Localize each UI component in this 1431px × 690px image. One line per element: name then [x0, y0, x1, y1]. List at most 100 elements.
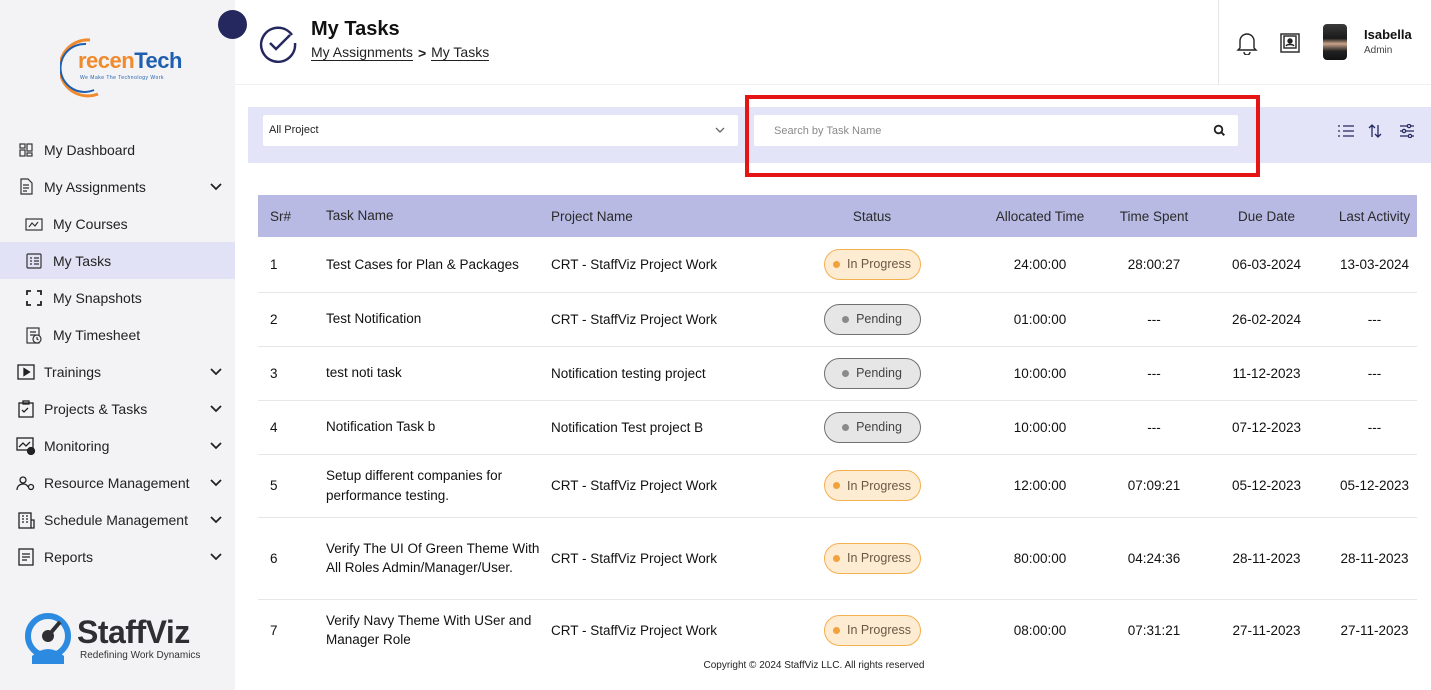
sidebar-item-reports[interactable]: Reports [0, 538, 235, 575]
table-row[interactable]: 7 Verify Navy Theme With USer and Manage… [258, 599, 1417, 647]
cell-project-name: Notification Test project B [551, 419, 704, 435]
sidebar-item-trainings[interactable]: Trainings [0, 353, 235, 390]
status-dot [842, 315, 850, 323]
status-dot [842, 423, 850, 431]
cell-allocated-time: 10:00:00 [1013, 419, 1067, 435]
breadcrumb-my-assignments[interactable]: My Assignments [311, 44, 413, 61]
header-divider [1218, 0, 1219, 85]
table-row[interactable]: 2 Test Notification CRT - StaffViz Proje… [258, 292, 1417, 346]
status-label: In Progress [847, 257, 911, 272]
brand-tagline: Redefining Work Dynamics [80, 650, 201, 661]
tasks-table-container: Sr# Task Name Project Name Status Alloca… [258, 195, 1417, 647]
status-badge[interactable]: In Progress [823, 614, 921, 646]
cell-allocated-time: 80:00:00 [1013, 550, 1067, 566]
col-header-last-activity: Last Activity [1338, 208, 1411, 224]
building-icon [16, 510, 36, 530]
table-row[interactable]: 3 test noti task Notification testing pr… [258, 346, 1417, 400]
table-row[interactable]: 4 Notification Task b Notification Test … [258, 400, 1417, 454]
chevron-down-icon [210, 183, 222, 191]
cell-task-name[interactable]: Verify The UI Of Green Theme With All Ro… [326, 517, 551, 599]
sidebar-item-label: My Snapshots [53, 289, 142, 306]
sidebar-item-schedule-management[interactable]: Schedule Management [0, 501, 235, 538]
sidebar-item-my-timesheet[interactable]: My Timesheet [0, 316, 235, 353]
cell-task-name[interactable]: test noti task [326, 346, 551, 400]
breadcrumb: My Assignments > My Tasks [311, 44, 490, 61]
cell-last-activity: 05-12-2023 [1339, 478, 1410, 493]
chevron-down-icon [210, 405, 222, 413]
sidebar-item-monitoring[interactable]: Monitoring [0, 427, 235, 464]
project-select[interactable]: All Project [263, 115, 738, 146]
breadcrumb-separator: > [417, 44, 427, 61]
cell-time-spent: --- [1147, 311, 1161, 327]
cell-task-name[interactable]: Test Notification [326, 292, 551, 346]
sidebar-item-resource-management[interactable]: Resource Management [0, 464, 235, 501]
cell-time-spent: 28:00:27 [1127, 256, 1181, 272]
list-view-icon[interactable] [1336, 122, 1356, 140]
cell-time-spent: 07:09:21 [1127, 478, 1181, 493]
sidebar-item-projects-tasks[interactable]: Projects & Tasks [0, 390, 235, 427]
status-badge[interactable]: Pending [823, 411, 921, 443]
col-header-allocated-time: Allocated Time [995, 208, 1085, 224]
sort-icon[interactable] [1365, 122, 1385, 140]
col-header-project-name: Project Name [551, 208, 633, 224]
user-name[interactable]: Isabella [1364, 27, 1412, 42]
footer-copyright: Copyright © 2024 StaffViz LLC. All right… [703, 660, 925, 671]
cell-sr: 7 [270, 622, 278, 638]
search-icon[interactable] [1213, 124, 1226, 137]
avatar[interactable] [1323, 24, 1347, 60]
courses-icon [24, 214, 44, 234]
status-label: Pending [856, 312, 902, 326]
table-row[interactable]: 6 Verify The UI Of Green Theme With All … [258, 517, 1417, 599]
cell-allocated-time: 08:00:00 [1013, 622, 1067, 638]
cell-sr: 6 [270, 550, 278, 566]
col-header-task-name: Task Name [326, 208, 394, 224]
table-row[interactable]: 5 Setup different companies for performa… [258, 454, 1417, 517]
cell-allocated-time: 24:00:00 [1013, 256, 1067, 272]
status-badge[interactable]: Pending [823, 303, 921, 335]
cell-task-name[interactable]: Notification Task b [326, 400, 551, 454]
status-badge[interactable]: In Progress [823, 470, 921, 501]
cell-project-name: CRT - StaffViz Project Work [551, 550, 718, 566]
status-dot [833, 260, 841, 268]
cell-time-spent: --- [1147, 419, 1161, 435]
search-input[interactable] [754, 115, 1204, 146]
sidebar-collapse-button[interactable] [218, 10, 247, 39]
cell-task-name[interactable]: Setup different companies for performanc… [326, 454, 551, 517]
cell-due-date: 28-11-2023 [1232, 550, 1301, 566]
contact-book-icon[interactable] [1277, 30, 1303, 56]
cell-time-spent: 07:31:21 [1127, 622, 1181, 638]
sidebar-item-label: Trainings [44, 363, 102, 380]
sidebar-item-label: My Assignments [44, 178, 146, 195]
notification-bell-icon[interactable] [1234, 30, 1260, 56]
sidebar-item-my-snapshots[interactable]: My Snapshots [0, 279, 235, 316]
cell-last-activity: --- [1367, 419, 1382, 435]
table-row[interactable]: 1 Test Cases for Plan & Packages CRT - S… [258, 237, 1417, 292]
users-gear-icon [16, 473, 36, 493]
cell-task-name[interactable]: Verify Navy Theme With USer and Manager … [326, 599, 551, 648]
status-label: Pending [856, 366, 902, 380]
cell-due-date: 26-02-2024 [1231, 311, 1302, 327]
sidebar-item-my-courses[interactable]: My Courses [0, 205, 235, 242]
status-badge[interactable]: In Progress [823, 248, 921, 280]
sidebar-item-label: Monitoring [44, 437, 110, 454]
cell-last-activity: --- [1367, 311, 1382, 327]
search-box [754, 115, 1238, 146]
sidebar-item-label: Projects & Tasks [44, 400, 148, 417]
timesheet-icon [24, 325, 44, 345]
cell-project-name: Notification testing project [551, 365, 706, 381]
page-header: My Tasks My Assignments > My Tasks Isabe… [235, 0, 1431, 85]
status-badge[interactable]: In Progress [823, 542, 921, 574]
sidebar-item-my-tasks[interactable]: My Tasks [0, 242, 235, 279]
sidebar-item-my-assignments[interactable]: My Assignments [0, 168, 235, 205]
breadcrumb-my-tasks[interactable]: My Tasks [431, 44, 490, 61]
col-header-time-spent: Time Spent [1119, 208, 1189, 224]
snapshot-icon [24, 288, 44, 308]
status-badge[interactable]: Pending [823, 357, 921, 389]
dashboard-icon [16, 140, 36, 160]
cell-project-name: CRT - StaffViz Project Work [551, 478, 718, 493]
cell-task-name[interactable]: Test Cases for Plan & Packages [326, 237, 551, 292]
status-dot [833, 554, 841, 562]
filter-settings-icon[interactable] [1397, 122, 1417, 140]
sidebar-item-my-dashboard[interactable]: My Dashboard [0, 131, 235, 168]
cell-last-activity: --- [1367, 365, 1382, 381]
